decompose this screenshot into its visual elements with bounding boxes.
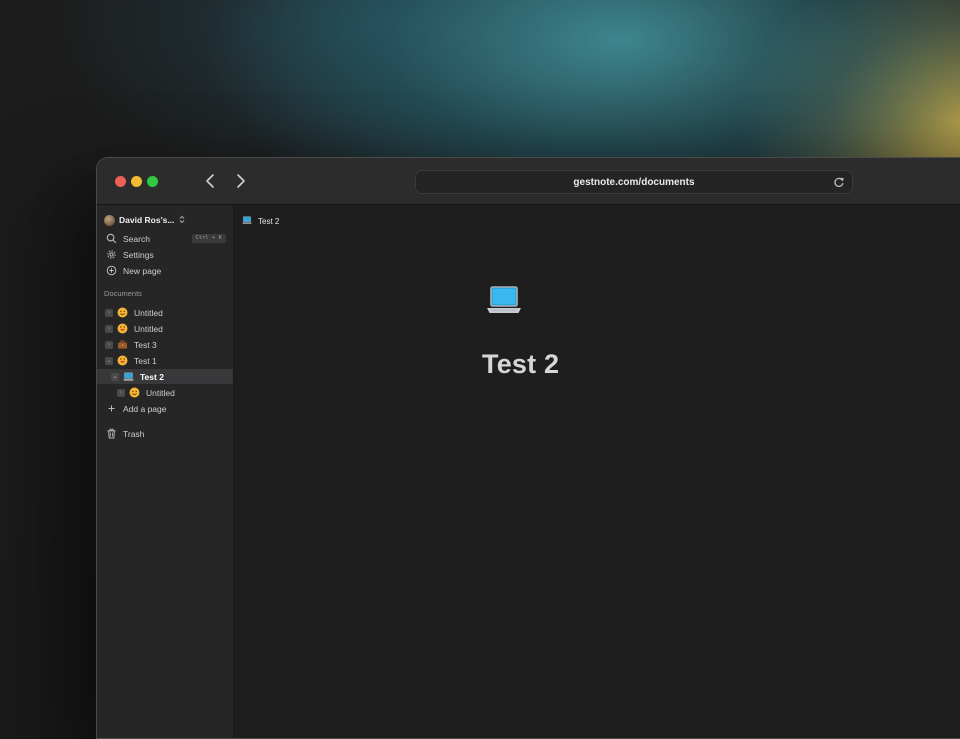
new-page-label: New page bbox=[123, 265, 162, 276]
browser-window: gestnote.com/documents David Ros's... Se… bbox=[96, 157, 960, 739]
grinning-face-icon bbox=[117, 323, 128, 334]
trash-icon bbox=[106, 428, 117, 439]
workspace-switcher[interactable]: David Ros's... bbox=[104, 213, 186, 227]
breadcrumb-title: Test 2 bbox=[258, 216, 280, 226]
keyboard-shortcut-badge: Ctrl + K bbox=[191, 234, 226, 243]
breadcrumb[interactable]: Test 2 bbox=[242, 215, 279, 227]
document-title: Untitled bbox=[134, 323, 163, 334]
trash-label: Trash bbox=[123, 428, 145, 439]
briefcase-icon bbox=[117, 339, 128, 350]
document-item[interactable]: › Untitled bbox=[97, 321, 233, 336]
reload-icon[interactable] bbox=[832, 175, 846, 189]
plus-circle-icon bbox=[106, 265, 117, 276]
document-item[interactable]: › Test 3 bbox=[97, 337, 233, 352]
smiling-face-icon bbox=[129, 387, 140, 398]
search-label: Search bbox=[123, 233, 150, 244]
chevron-down-icon[interactable]: ⌄ bbox=[105, 356, 113, 365]
document-title: Test 1 bbox=[134, 355, 157, 366]
add-page-label: Add a page bbox=[123, 403, 167, 414]
document-title: Test 2 bbox=[140, 371, 164, 382]
document-editor: Test 2 Test 2 bbox=[234, 205, 960, 738]
workspace-name: David Ros's... bbox=[119, 215, 175, 225]
documents-heading: Documents bbox=[104, 289, 142, 298]
sidebar-item-search[interactable]: Search Ctrl + K bbox=[97, 231, 233, 246]
chevron-right-icon[interactable]: › bbox=[105, 308, 113, 317]
sidebar-item-settings[interactable]: Settings bbox=[97, 247, 233, 262]
sidebar: David Ros's... Search Ctrl + K Settings … bbox=[97, 205, 234, 738]
chevron-right-icon[interactable]: › bbox=[117, 388, 125, 397]
search-icon bbox=[106, 233, 117, 244]
laptop-icon bbox=[123, 371, 134, 382]
add-page-button[interactable]: Add a page bbox=[97, 401, 233, 416]
avatar bbox=[104, 214, 115, 226]
laptop-icon[interactable] bbox=[486, 283, 521, 317]
document-title: Test 3 bbox=[134, 339, 157, 350]
chevron-down-icon[interactable]: ⌄ bbox=[111, 372, 119, 381]
chevron-right-icon[interactable]: › bbox=[105, 324, 113, 333]
forward-icon[interactable] bbox=[233, 172, 253, 190]
maximize-window-button[interactable] bbox=[147, 176, 158, 187]
smiling-face-icon bbox=[117, 307, 128, 318]
back-icon[interactable] bbox=[203, 172, 223, 190]
grinning-face-icon bbox=[117, 355, 128, 366]
plus-icon bbox=[106, 403, 117, 414]
document-item-active[interactable]: ⌄ Test 2 bbox=[97, 369, 233, 384]
address-bar[interactable]: gestnote.com/documents bbox=[415, 170, 853, 194]
url-text: gestnote.com/documents bbox=[573, 176, 695, 188]
sidebar-item-trash[interactable]: Trash bbox=[97, 426, 233, 441]
minimize-window-button[interactable] bbox=[131, 176, 142, 187]
document-title: Untitled bbox=[146, 387, 175, 398]
settings-label: Settings bbox=[123, 249, 154, 260]
page-title[interactable]: Test 2 bbox=[482, 349, 559, 380]
document-title: Untitled bbox=[134, 307, 163, 318]
close-window-button[interactable] bbox=[115, 176, 126, 187]
document-item[interactable]: › Untitled bbox=[97, 305, 233, 320]
sidebar-item-new-page[interactable]: New page bbox=[97, 263, 233, 278]
chevron-right-icon[interactable]: › bbox=[105, 340, 113, 349]
document-item[interactable]: ⌄ Test 1 bbox=[97, 353, 233, 368]
browser-toolbar: gestnote.com/documents bbox=[97, 158, 960, 223]
document-item[interactable]: › Untitled bbox=[97, 385, 233, 400]
chevron-up-down-icon bbox=[178, 215, 186, 226]
gear-icon bbox=[106, 249, 117, 260]
laptop-icon bbox=[242, 215, 252, 227]
